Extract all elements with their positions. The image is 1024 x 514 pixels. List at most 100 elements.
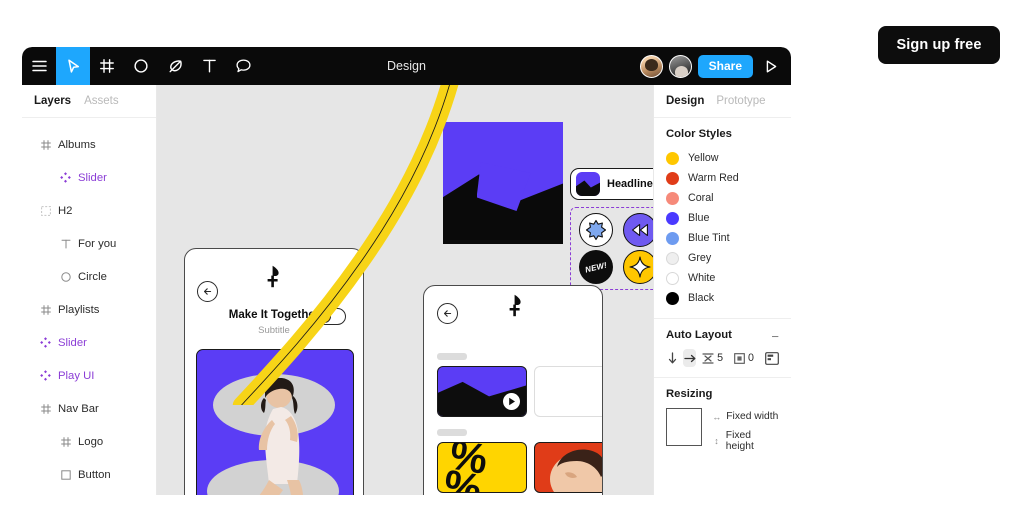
resizing-section: Resizing ↔ Fixed width ↕ Fixed height — [654, 378, 791, 462]
layer-row[interactable]: Albums — [22, 128, 156, 161]
phone-frame-playlist[interactable]: Make It Together Subtitle — [184, 248, 364, 495]
color-style-label: Grey — [688, 252, 712, 264]
design-canvas[interactable]: Headline NEW! Make It Together Subtitle … — [157, 85, 653, 495]
color-style-row[interactable]: Warm Red — [666, 168, 779, 188]
layer-row[interactable]: H2 — [22, 194, 156, 227]
portrait-art — [550, 449, 602, 492]
present-play-icon[interactable] — [759, 47, 783, 85]
rewind-sticker[interactable] — [623, 212, 653, 247]
phone-frame-browse[interactable]: % % — [423, 285, 603, 495]
sparkle-sticker[interactable] — [623, 250, 653, 285]
collaborator-avatar-1[interactable] — [639, 54, 663, 78]
color-swatch — [666, 191, 679, 205]
portrait-card[interactable] — [534, 442, 602, 493]
fixed-height-label: Fixed height — [725, 430, 754, 452]
shape-tool-icon[interactable] — [124, 47, 158, 85]
skeleton-label-1 — [437, 353, 467, 360]
tab-layers[interactable]: Layers — [34, 95, 71, 107]
color-swatch — [666, 171, 679, 185]
text-icon — [60, 238, 71, 249]
app-root: Sign up free Design Share Layers Assets … — [0, 0, 1024, 514]
star-sticker[interactable] — [579, 212, 613, 247]
color-style-row[interactable]: Yellow — [666, 148, 779, 168]
figma-window: Design Share Layers Assets Albums Slider… — [22, 47, 791, 495]
color-style-label: Coral — [688, 192, 714, 204]
auto-layout-controls: 5 0 — [666, 349, 779, 367]
headline-card[interactable]: Headline — [570, 168, 653, 200]
hero-image-card[interactable] — [196, 349, 354, 495]
spacing-field[interactable]: 5 — [702, 352, 723, 364]
headline-label: Headline — [607, 178, 653, 190]
move-tool-icon[interactable] — [56, 47, 90, 85]
layer-row[interactable]: For you — [22, 227, 156, 260]
color-style-row[interactable]: Black — [666, 288, 779, 308]
alignment-icon[interactable] — [765, 349, 779, 367]
back-button-a[interactable] — [197, 281, 218, 302]
layer-label: Slider — [78, 171, 107, 184]
comment-tool-icon[interactable] — [226, 47, 260, 85]
color-swatch — [666, 151, 679, 165]
spacing-value: 5 — [717, 352, 724, 364]
play-icon[interactable] — [503, 393, 520, 410]
padding-field[interactable]: 0 — [734, 352, 754, 364]
color-swatch — [666, 271, 679, 285]
skeleton-label-2 — [437, 429, 467, 436]
pen-cursor-a — [267, 265, 285, 293]
layer-row[interactable]: Play UI — [22, 359, 156, 392]
back-button-b[interactable] — [437, 303, 458, 324]
empty-card[interactable] — [534, 366, 602, 417]
vertical-direction-icon[interactable] — [666, 349, 679, 367]
ellipse-icon — [60, 271, 71, 282]
sign-up-free-button[interactable]: Sign up free — [878, 26, 1000, 64]
color-style-row[interactable]: Blue Tint — [666, 228, 779, 248]
color-style-label: Warm Red — [688, 172, 739, 184]
frame-tool-icon[interactable] — [90, 47, 124, 85]
color-styles-section: Color Styles Yellow Warm Red Coral Blue Blue… — [654, 118, 791, 319]
phone-a-toggle[interactable] — [315, 308, 346, 325]
sticker-group-selection[interactable]: NEW! — [570, 207, 653, 290]
layer-row[interactable]: Logo — [22, 425, 156, 458]
horizontal-direction-icon[interactable] — [683, 349, 697, 367]
resizing-preview-box[interactable] — [666, 408, 703, 446]
fixed-height-option[interactable]: ↕ Fixed height — [712, 430, 779, 452]
pen-cursor-b — [509, 294, 527, 322]
menu-icon[interactable] — [22, 47, 56, 85]
layer-label: Button — [78, 468, 111, 481]
resizing-title: Resizing — [666, 388, 713, 400]
fixed-width-option[interactable]: ↔ Fixed width — [712, 411, 779, 422]
color-style-row[interactable]: Grey — [666, 248, 779, 268]
layer-row[interactable]: Nav Bar — [22, 392, 156, 425]
video-card[interactable] — [437, 366, 527, 417]
frame-icon — [40, 403, 51, 414]
layer-row[interactable]: Slider — [22, 161, 156, 194]
color-style-row[interactable]: White — [666, 268, 779, 288]
fixed-width-label: Fixed width — [726, 411, 779, 422]
layer-row[interactable]: Circle — [22, 260, 156, 293]
sidebar-tabs: Layers Assets — [22, 85, 156, 118]
artboard-abstract-image[interactable] — [443, 122, 563, 244]
layer-row[interactable]: Button — [22, 458, 156, 491]
tab-prototype[interactable]: Prototype — [716, 95, 765, 107]
layer-row[interactable]: Playlists — [22, 293, 156, 326]
properties-tabs: Design Prototype — [654, 85, 791, 118]
color-style-row[interactable]: Blue — [666, 208, 779, 228]
layer-row[interactable]: Slider — [22, 326, 156, 359]
color-style-row[interactable]: Coral — [666, 188, 779, 208]
new-sticker[interactable]: NEW! — [579, 250, 613, 285]
pen-tool-icon[interactable] — [158, 47, 192, 85]
collaborator-avatar-2[interactable] — [668, 54, 692, 78]
app-body: Layers Assets Albums Slider H2 For you Circl… — [22, 85, 791, 495]
group-icon — [40, 205, 51, 216]
tab-design[interactable]: Design — [666, 95, 704, 107]
layer-label: Nav Bar — [58, 402, 99, 415]
layer-label: H2 — [58, 204, 73, 217]
color-swatch — [666, 291, 679, 305]
new-sticker-label: NEW! — [584, 260, 608, 275]
percent-card[interactable]: % % — [437, 442, 527, 493]
color-swatch — [666, 251, 679, 265]
text-tool-icon[interactable] — [192, 47, 226, 85]
layer-label: For you — [78, 237, 117, 250]
share-button[interactable]: Share — [697, 54, 753, 78]
tab-assets[interactable]: Assets — [84, 95, 119, 107]
auto-layout-collapse-button[interactable]: − — [771, 330, 779, 343]
